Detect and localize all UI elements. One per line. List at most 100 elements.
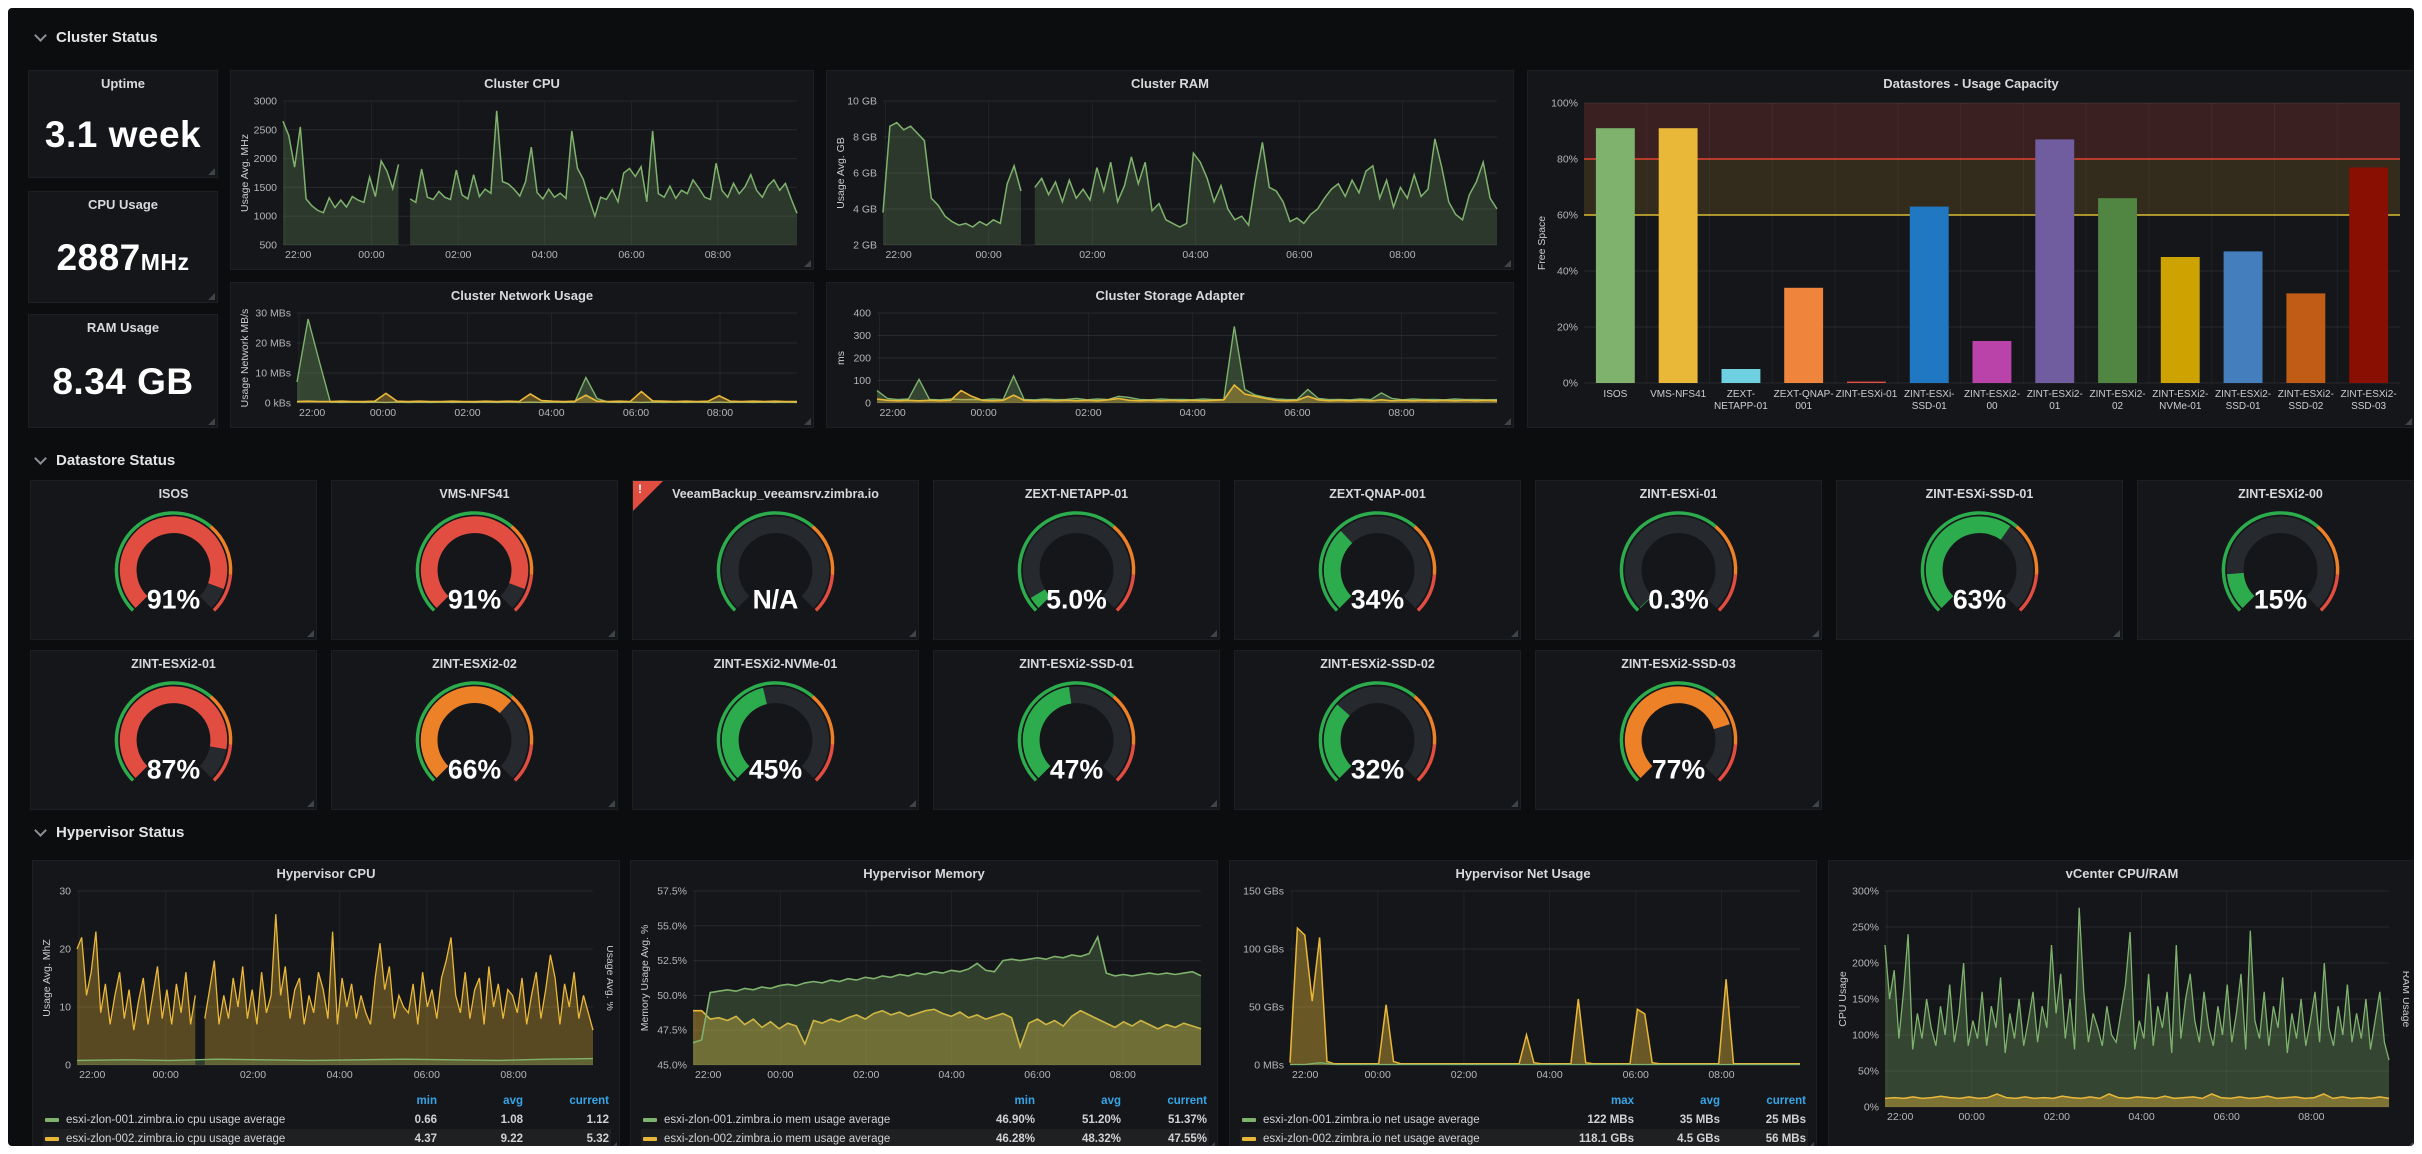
- legend-series-name[interactable]: esxi-zlon-001.zimbra.io net usage averag…: [1242, 1114, 1548, 1126]
- legend-col-min[interactable]: min: [351, 1095, 437, 1107]
- panel-gauge-ZINT-ESXi2-02[interactable]: ZINT-ESXi2-0266%: [331, 650, 618, 810]
- legend-series-name[interactable]: esxi-zlon-001.zimbra.io cpu usage averag…: [45, 1114, 351, 1126]
- svg-text:02:00: 02:00: [445, 249, 471, 261]
- svg-text:22:00: 22:00: [695, 1069, 721, 1081]
- legend-col-max[interactable]: max: [1548, 1095, 1634, 1107]
- panel-gauge-ZEXT-QNAP-001[interactable]: ZEXT-QNAP-00134%: [1234, 480, 1521, 640]
- cluster-ram-chart[interactable]: 22:0000:0002:0004:0006:0008:002 GB4 GB6 …: [833, 95, 1507, 263]
- gauge-ZINT-ESXi2-SSD-01: 47%: [934, 675, 1219, 807]
- panel-cluster-storage-adapter[interactable]: Cluster Storage Adapter 22:0000:0002:000…: [826, 282, 1514, 428]
- gauge-title[interactable]: ISOS: [31, 487, 316, 501]
- ram-usage-value: 8.34 GB: [29, 341, 217, 423]
- svg-text:CPU Usage: CPU Usage: [1837, 971, 1849, 1027]
- panel-gauge-ZINT-ESXi2-01[interactable]: ZINT-ESXi2-0187%: [30, 650, 317, 810]
- panel-gauge-ZINT-ESXi-SSD-01[interactable]: ZINT-ESXi-SSD-0163%: [1836, 480, 2123, 640]
- section-header-datastore-status[interactable]: Datastore Status: [36, 452, 175, 469]
- legend-color-dash: [1242, 1137, 1256, 1141]
- hypervisor-net-usage-chart[interactable]: 22:0000:0002:0004:0006:0008:000 MBs50 GB…: [1236, 885, 1810, 1083]
- panel-cluster-network-usage[interactable]: Cluster Network Usage 22:0000:0002:0004:…: [230, 282, 814, 428]
- panel-ram-usage[interactable]: RAM Usage 8.34 GB: [28, 314, 218, 428]
- panel-datastores-usage-capacity[interactable]: Datastores - Usage Capacity 0%20%40%60%8…: [1527, 70, 2414, 428]
- panel-gauge-ZINT-ESXi2-00[interactable]: ZINT-ESXi2-0015%: [2137, 480, 2414, 640]
- section-header-hypervisor-status[interactable]: Hypervisor Status: [36, 824, 184, 841]
- panel-title[interactable]: Hypervisor CPU: [33, 866, 619, 881]
- legend-col-avg[interactable]: avg: [1035, 1095, 1121, 1107]
- vcenter-cpu-ram-chart[interactable]: 22:0000:0002:0004:0006:0008:000%50%100%1…: [1835, 885, 2409, 1125]
- panel-hypervisor-memory[interactable]: Hypervisor Memory 22:0000:0002:0004:0006…: [630, 860, 1218, 1146]
- panel-gauge-VeeamBackup_veeamsrv.zimbra.io[interactable]: !VeeamBackup_veeamsrv.zimbra.ioN/A: [632, 480, 919, 640]
- svg-text:08:00: 08:00: [1389, 249, 1415, 261]
- gauge-title[interactable]: ZINT-ESXi2-SSD-03: [1536, 657, 1821, 671]
- gauge-title[interactable]: ZINT-ESXi2-00: [2138, 487, 2414, 501]
- legend-col-current[interactable]: current: [1720, 1095, 1806, 1107]
- panel-title[interactable]: vCenter CPU/RAM: [1829, 866, 2414, 881]
- gauge-title[interactable]: ZINT-ESXi-SSD-01: [1837, 487, 2122, 501]
- svg-text:80%: 80%: [1557, 154, 1578, 166]
- legend-col-current[interactable]: current: [523, 1095, 609, 1107]
- panel-title[interactable]: Cluster RAM: [827, 76, 1513, 91]
- panel-hypervisor-cpu[interactable]: Hypervisor CPU 22:0000:0002:0004:0006:00…: [32, 860, 620, 1146]
- gauge-title[interactable]: ZINT-ESXi2-02: [332, 657, 617, 671]
- gauge-title[interactable]: ZEXT-NETAPP-01: [934, 487, 1219, 501]
- hypervisor-memory-chart[interactable]: 22:0000:0002:0004:0006:0008:0045.0%47.5%…: [637, 885, 1211, 1083]
- panel-gauge-ZINT-ESXi2-SSD-02[interactable]: ZINT-ESXi2-SSD-0232%: [1234, 650, 1521, 810]
- panel-title[interactable]: CPU Usage: [29, 197, 217, 212]
- panel-cluster-cpu[interactable]: Cluster CPU 22:0000:0002:0004:0006:0008:…: [230, 70, 814, 270]
- svg-text:ZINT-ESXi2-: ZINT-ESXi2-: [2278, 389, 2334, 400]
- svg-text:00:00: 00:00: [153, 1069, 179, 1081]
- legend-col-current[interactable]: current: [1121, 1095, 1207, 1107]
- hypervisor-cpu-chart[interactable]: 22:0000:0002:0004:0006:0008:000102030Usa…: [39, 885, 613, 1083]
- svg-text:02:00: 02:00: [2044, 1111, 2070, 1123]
- gridlines: [297, 313, 797, 403]
- svg-text:100%: 100%: [1551, 98, 1578, 110]
- panel-title[interactable]: Cluster CPU: [231, 76, 813, 91]
- legend-series-name[interactable]: esxi-zlon-002.zimbra.io mem usage averag…: [643, 1133, 949, 1145]
- svg-text:00:00: 00:00: [358, 249, 384, 261]
- panel-gauge-ZINT-ESXi-01[interactable]: ZINT-ESXi-010.3%: [1535, 480, 1822, 640]
- svg-text:01: 01: [2049, 401, 2061, 412]
- cluster-cpu-chart[interactable]: 22:0000:0002:0004:0006:0008:005001000150…: [237, 95, 807, 263]
- panel-gauge-ZEXT-NETAPP-01[interactable]: ZEXT-NETAPP-015.0%: [933, 480, 1220, 640]
- svg-text:ZEXT-QNAP-: ZEXT-QNAP-: [1774, 389, 1834, 400]
- svg-text:001: 001: [1795, 401, 1812, 412]
- datastores-usage-capacity-chart[interactable]: 0%20%40%60%80%100%Free SpaceISOSVMS-NFS4…: [1534, 95, 2408, 419]
- svg-text:8 GB: 8 GB: [853, 132, 877, 144]
- panel-hypervisor-net-usage[interactable]: Hypervisor Net Usage 22:0000:0002:0004:0…: [1229, 860, 1817, 1146]
- legend-col-avg[interactable]: avg: [437, 1095, 523, 1107]
- gauge-title[interactable]: ZINT-ESXi2-SSD-02: [1235, 657, 1520, 671]
- legend-series-name[interactable]: esxi-zlon-002.zimbra.io cpu usage averag…: [45, 1133, 351, 1145]
- panel-title[interactable]: Datastores - Usage Capacity: [1528, 76, 2414, 91]
- series-net in: [297, 319, 797, 402]
- gauge-title[interactable]: VeeamBackup_veeamsrv.zimbra.io: [633, 487, 918, 501]
- panel-title[interactable]: Cluster Network Usage: [231, 288, 813, 303]
- section-header-cluster-status[interactable]: Cluster Status: [36, 29, 158, 46]
- panel-gauge-ZINT-ESXi2-SSD-01[interactable]: ZINT-ESXi2-SSD-01 47%: [933, 650, 1220, 810]
- panel-cluster-ram[interactable]: Cluster RAM 22:0000:0002:0004:0006:0008:…: [826, 70, 1514, 270]
- panel-gauge-ZINT-ESXi2-SSD-03[interactable]: ZINT-ESXi2-SSD-0377%: [1535, 650, 1822, 810]
- legend-col-min[interactable]: min: [949, 1095, 1035, 1107]
- gauge-title[interactable]: ZINT-ESXi-01: [1536, 487, 1821, 501]
- panel-gauge-ZINT-ESXi2-NVMe-01[interactable]: ZINT-ESXi2-NVMe-0145%: [632, 650, 919, 810]
- legend-series-name[interactable]: esxi-zlon-001.zimbra.io mem usage averag…: [643, 1114, 949, 1126]
- gauge-title[interactable]: VMS-NFS41: [332, 487, 617, 501]
- panel-uptime[interactable]: Uptime 3.1 week: [28, 70, 218, 178]
- cluster-storage-adapter-chart[interactable]: 22:0000:0002:0004:0006:0008:000100200300…: [833, 307, 1507, 421]
- gauge-title[interactable]: ZEXT-QNAP-001: [1235, 487, 1520, 501]
- svg-text:ISOS: ISOS: [1603, 389, 1627, 400]
- cluster-network-chart[interactable]: 22:0000:0002:0004:0006:0008:000 kBs10 MB…: [237, 307, 807, 421]
- legend-series-name[interactable]: esxi-zlon-002.zimbra.io net usage averag…: [1242, 1133, 1548, 1145]
- panel-gauge-ISOS[interactable]: ISOS91%: [30, 480, 317, 640]
- panel-gauge-VMS-NFS41[interactable]: VMS-NFS4191%: [331, 480, 618, 640]
- panel-title[interactable]: Hypervisor Memory: [631, 866, 1217, 881]
- legend-col-avg[interactable]: avg: [1634, 1095, 1720, 1107]
- panel-title[interactable]: Uptime: [29, 76, 217, 91]
- gauge-title[interactable]: ZINT-ESXi2-NVMe-01: [633, 657, 918, 671]
- grafana-dashboard: Cluster Status Uptime 3.1 week CPU Usage…: [8, 8, 2414, 1146]
- gauge-title[interactable]: ZINT-ESXi2-01: [31, 657, 316, 671]
- panel-title[interactable]: Hypervisor Net Usage: [1230, 866, 1816, 881]
- panel-title[interactable]: Cluster Storage Adapter: [827, 288, 1513, 303]
- panel-title[interactable]: RAM Usage: [29, 320, 217, 335]
- panel-vcenter-cpu-ram[interactable]: vCenter CPU/RAM 22:0000:0002:0004:0006:0…: [1828, 860, 2414, 1146]
- gauge-title[interactable]: ZINT-ESXi2-SSD-01: [934, 657, 1219, 671]
- panel-cpu-usage[interactable]: CPU Usage 2887MHz: [28, 191, 218, 303]
